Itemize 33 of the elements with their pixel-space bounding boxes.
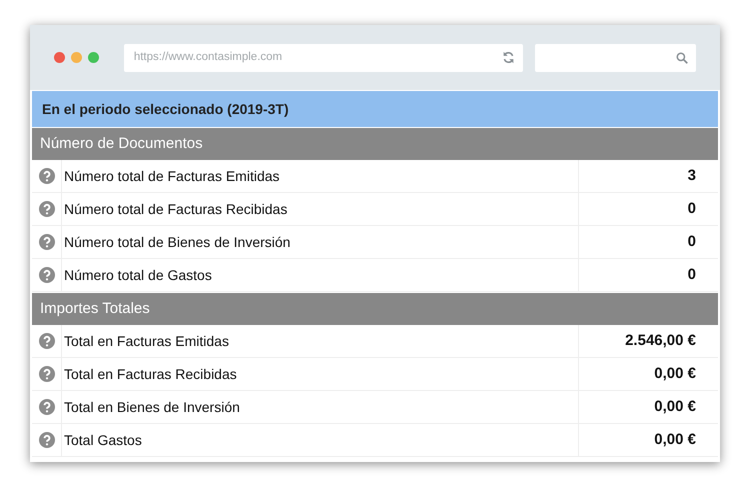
row-label: Total en Facturas Recibidas bbox=[62, 358, 579, 390]
section-header: Importes Totales bbox=[32, 293, 718, 325]
search-field[interactable] bbox=[534, 44, 696, 72]
address-bar[interactable]: https://www.contasimple.com bbox=[124, 44, 523, 72]
help-icon[interactable] bbox=[38, 366, 54, 382]
help-icon[interactable] bbox=[38, 201, 54, 217]
help-icon[interactable] bbox=[38, 432, 54, 448]
row-label: Número total de Gastos bbox=[62, 259, 579, 291]
row-label: Total en Bienes de Inversión bbox=[62, 391, 579, 423]
close-icon[interactable] bbox=[54, 52, 65, 63]
row-value: 0 bbox=[686, 264, 697, 285]
row-value: 0,00 € bbox=[653, 396, 697, 417]
help-icon[interactable] bbox=[38, 168, 54, 184]
row-value: 0 bbox=[686, 198, 697, 219]
row-value: 0 bbox=[686, 232, 697, 252]
panel-title: En el periodo seleccionado (2019-3T) bbox=[32, 91, 718, 127]
row-value: 3 bbox=[686, 166, 697, 186]
row-label: Total en Facturas Emitidas bbox=[62, 325, 579, 357]
reload-icon[interactable] bbox=[502, 51, 515, 64]
help-icon[interactable] bbox=[38, 267, 54, 283]
search-icon[interactable] bbox=[676, 52, 688, 64]
row-label: Número total de Facturas Recibidas bbox=[62, 193, 579, 225]
help-icon[interactable] bbox=[38, 399, 54, 415]
section-header: Número de Documentos bbox=[32, 128, 718, 160]
help-icon[interactable] bbox=[38, 333, 54, 349]
row-label: Número total de Bienes de Inversión bbox=[62, 226, 579, 258]
help-icon[interactable] bbox=[38, 234, 54, 250]
row-value: 2.546,00 € bbox=[624, 330, 697, 351]
row-value: 0,00 € bbox=[653, 430, 697, 450]
row-value: 0,00 € bbox=[653, 364, 697, 384]
row-label: Número total de Facturas Emitidas bbox=[62, 160, 579, 192]
maximize-icon[interactable] bbox=[88, 52, 99, 63]
row-label: Total Gastos bbox=[62, 424, 579, 456]
